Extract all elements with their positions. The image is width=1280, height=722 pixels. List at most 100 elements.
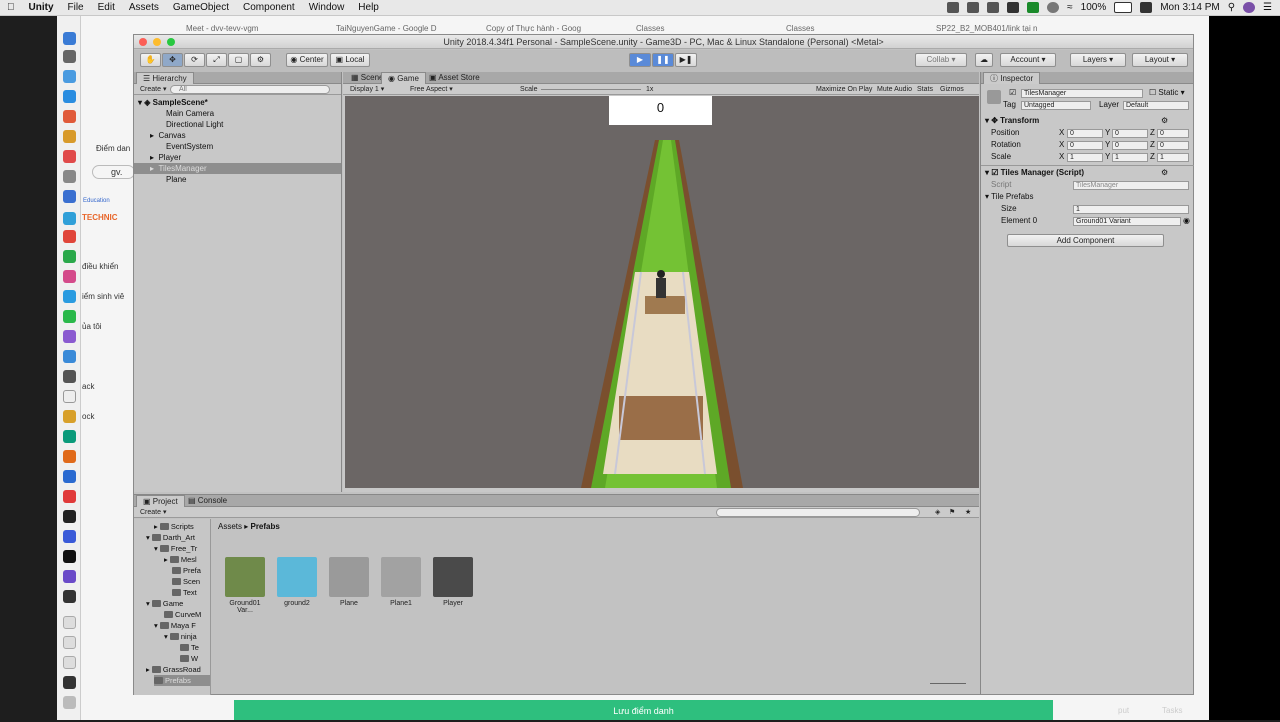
game-viewport[interactable]: 0 bbox=[345, 96, 979, 488]
scale-y-field[interactable]: 1 bbox=[1112, 153, 1148, 162]
asset-item[interactable]: Plane1 bbox=[377, 557, 425, 607]
tasks-link[interactable]: Tasks bbox=[1162, 706, 1182, 715]
filter-label-icon[interactable]: ⚑ bbox=[946, 508, 958, 517]
menu-gameobject[interactable]: GameObject bbox=[166, 2, 236, 13]
tab-game[interactable]: ◉ Game bbox=[381, 72, 426, 84]
hierarchy-create-dropdown[interactable]: Create ▾ bbox=[137, 85, 169, 94]
hierarchy-item-selected[interactable]: ▸ TilesManager bbox=[134, 163, 341, 174]
facetime-icon[interactable] bbox=[63, 310, 76, 323]
position-x-field[interactable]: 0 bbox=[1067, 129, 1103, 138]
app-icon[interactable] bbox=[63, 590, 76, 603]
browser-sidebar-text[interactable]: điều khiển bbox=[82, 262, 118, 271]
size-field[interactable]: 1 bbox=[1073, 205, 1189, 214]
folder-icon[interactable] bbox=[63, 656, 76, 669]
status-icon[interactable] bbox=[967, 2, 980, 13]
tree-folder[interactable]: Prefa bbox=[172, 565, 201, 576]
unity-icon[interactable] bbox=[63, 550, 76, 563]
app-icon[interactable] bbox=[63, 130, 76, 143]
script-component-header[interactable]: ▾ ☑ Tiles Manager (Script) bbox=[985, 168, 1084, 178]
account-dropdown[interactable]: Account ▾ bbox=[1000, 53, 1056, 67]
app-icon[interactable] bbox=[63, 410, 76, 423]
step-button[interactable]: ▶❚ bbox=[675, 53, 697, 67]
rotation-y-field[interactable]: 0 bbox=[1112, 141, 1148, 150]
tab-inspector[interactable]: ⓘ Inspector bbox=[983, 72, 1041, 84]
hierarchy-item[interactable]: Plane bbox=[134, 174, 341, 185]
stats-toggle[interactable]: Stats bbox=[914, 85, 936, 94]
tree-folder[interactable]: ▾ Maya F bbox=[154, 620, 196, 631]
menu-assets[interactable]: Assets bbox=[122, 2, 166, 13]
app-icon[interactable] bbox=[63, 490, 76, 503]
battery-percent[interactable]: 100% bbox=[1081, 2, 1107, 13]
transform-header[interactable]: ▾ ✥ Transform bbox=[985, 116, 1039, 126]
gizmos-dropdown[interactable]: Gizmos bbox=[937, 85, 967, 94]
user-avatar-icon[interactable] bbox=[1243, 2, 1256, 13]
aspect-dropdown[interactable]: Free Aspect ▾ bbox=[407, 85, 456, 94]
messenger-icon[interactable] bbox=[63, 290, 76, 303]
rotation-z-field[interactable]: 0 bbox=[1157, 141, 1189, 150]
tree-folder[interactable]: ▾ Free_Tr bbox=[154, 543, 197, 554]
filter-type-icon[interactable]: ◈ bbox=[932, 508, 943, 517]
pivot-local-button[interactable]: ▣ Local bbox=[330, 53, 370, 67]
app-icon[interactable] bbox=[63, 350, 76, 363]
app-icon[interactable] bbox=[63, 190, 76, 203]
asset-item[interactable]: Ground01 Var... bbox=[221, 557, 269, 614]
menu-app-name[interactable]: Unity bbox=[22, 2, 61, 13]
scene-root-row[interactable]: ▾ ◈ SampleScene* bbox=[134, 97, 341, 108]
clock-icon[interactable] bbox=[1047, 2, 1060, 13]
favorite-icon[interactable]: ★ bbox=[962, 508, 974, 517]
notes-icon[interactable] bbox=[63, 170, 76, 183]
hierarchy-item[interactable]: Directional Light bbox=[134, 119, 341, 130]
tree-folder[interactable]: Text bbox=[172, 587, 197, 598]
menu-file[interactable]: File bbox=[61, 2, 91, 13]
scale-x-field[interactable]: 1 bbox=[1067, 153, 1103, 162]
mail-icon[interactable] bbox=[63, 90, 76, 103]
vscode-icon[interactable] bbox=[63, 470, 76, 483]
tree-folder[interactable]: ▸ GrassRoad bbox=[146, 664, 201, 675]
music-icon[interactable] bbox=[63, 270, 76, 283]
maximize-on-play-toggle[interactable]: Maximize On Play bbox=[813, 85, 875, 94]
rect-tool-icon[interactable]: ▢ bbox=[228, 53, 249, 67]
zoom-window-button[interactable] bbox=[167, 38, 175, 46]
tree-folder[interactable]: Scen bbox=[172, 576, 200, 587]
tab-asset-store[interactable]: ▣ Asset Store bbox=[423, 72, 486, 84]
layers-dropdown[interactable]: Layers ▾ bbox=[1070, 53, 1126, 67]
element-0-field[interactable]: Ground01 Variant bbox=[1073, 217, 1181, 226]
folder-icon[interactable] bbox=[63, 636, 76, 649]
folder-icon[interactable] bbox=[63, 616, 76, 629]
safari-icon[interactable] bbox=[63, 70, 76, 83]
battery-icon[interactable] bbox=[1114, 2, 1133, 13]
cloud-icon[interactable]: ☁ bbox=[975, 53, 993, 67]
spotlight-icon[interactable]: ⚲ bbox=[1228, 2, 1235, 13]
hierarchy-item[interactable]: Main Camera bbox=[134, 108, 341, 119]
app-icon[interactable] bbox=[63, 530, 76, 543]
app-icon[interactable] bbox=[63, 370, 76, 383]
breadcrumb-prefabs[interactable]: Prefabs bbox=[250, 522, 279, 531]
app-icon[interactable] bbox=[63, 430, 76, 443]
thumbnail-size-slider[interactable] bbox=[930, 683, 966, 684]
menu-edit[interactable]: Edit bbox=[91, 2, 122, 13]
component-settings-icon[interactable]: ⚙ bbox=[1161, 116, 1168, 126]
position-y-field[interactable]: 0 bbox=[1112, 129, 1148, 138]
tree-folder[interactable]: ▾ Game bbox=[146, 598, 183, 609]
menu-list-icon[interactable]: ☰ bbox=[1263, 2, 1272, 13]
visual-studio-icon[interactable] bbox=[63, 570, 76, 583]
position-z-field[interactable]: 0 bbox=[1157, 129, 1189, 138]
project-create-dropdown[interactable]: Create ▾ bbox=[137, 508, 169, 517]
rotation-x-field[interactable]: 0 bbox=[1067, 141, 1103, 150]
component-settings-icon[interactable]: ⚙ bbox=[1161, 168, 1168, 178]
add-component-button[interactable]: Add Component bbox=[1007, 234, 1164, 247]
terminal-icon[interactable] bbox=[63, 510, 76, 523]
close-window-button[interactable] bbox=[139, 38, 147, 46]
hierarchy-item-player[interactable]: ▸ Player bbox=[134, 152, 341, 163]
messages-icon[interactable] bbox=[63, 250, 76, 263]
status-icon[interactable] bbox=[1027, 2, 1040, 13]
mute-audio-toggle[interactable]: Mute Audio bbox=[874, 85, 915, 94]
tab-hierarchy[interactable]: ☰ Hierarchy bbox=[136, 72, 194, 84]
hierarchy-item[interactable]: EventSystem bbox=[134, 141, 341, 152]
tree-folder[interactable]: ▸ Mesl bbox=[164, 554, 197, 565]
transform-tool-icon[interactable]: ⚙ bbox=[250, 53, 271, 67]
pivot-center-button[interactable]: ◉ Center bbox=[286, 53, 328, 67]
layer-dropdown[interactable]: Default bbox=[1123, 101, 1189, 110]
trash-icon[interactable] bbox=[63, 696, 76, 709]
active-checkbox[interactable]: ☑ bbox=[1009, 88, 1016, 98]
